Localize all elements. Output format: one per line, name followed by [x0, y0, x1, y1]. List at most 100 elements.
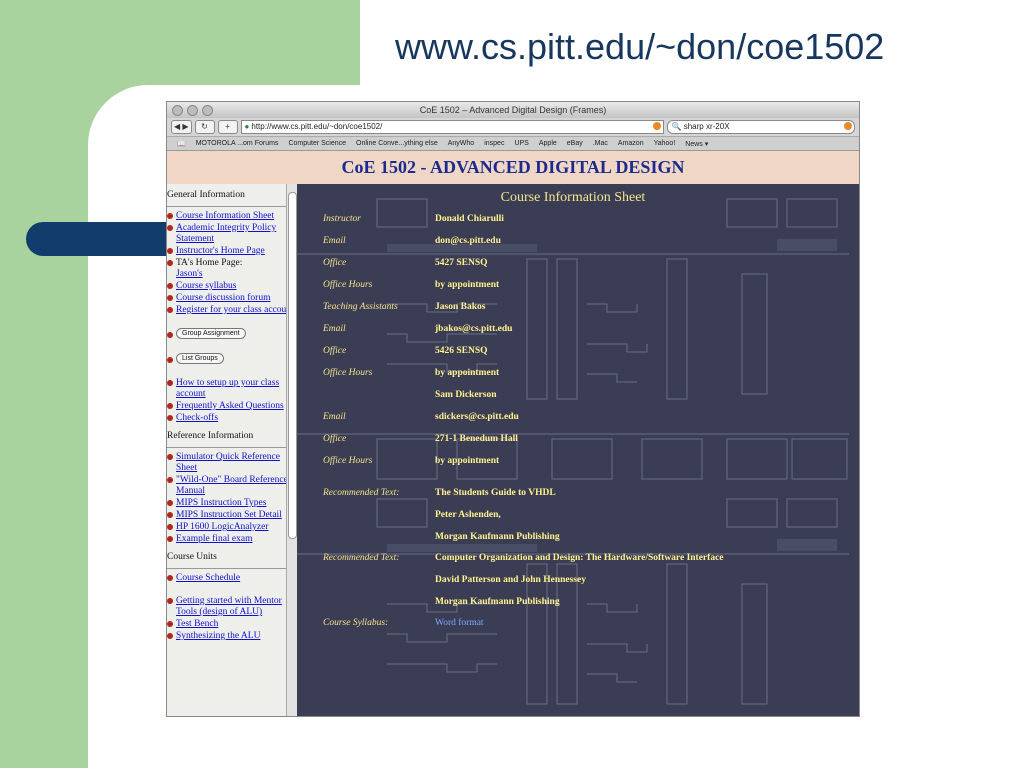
- nav-link[interactable]: Course discussion forum: [176, 293, 270, 304]
- nav-link[interactable]: Check-offs: [176, 413, 218, 424]
- nav-item[interactable]: Getting started with Mentor Tools (desig…: [167, 596, 295, 618]
- nav-item[interactable]: Course Information Sheet: [167, 211, 295, 222]
- nav-link[interactable]: Academic Integrity Policy Statement: [176, 223, 295, 245]
- info-value: 5427 SENSQ: [435, 258, 488, 268]
- info-value: Jason Bakos: [435, 302, 486, 312]
- info-label: Instructor: [323, 214, 361, 224]
- nav-item[interactable]: Check-offs: [167, 413, 295, 424]
- close-window-button[interactable]: [172, 105, 183, 116]
- info-label: Recommended Text:: [323, 553, 400, 563]
- window-controls: [172, 105, 213, 116]
- search-go-icon[interactable]: [844, 122, 852, 130]
- search-text: sharp xr-20X: [683, 122, 730, 131]
- nav-item[interactable]: MIPS Instruction Types: [167, 498, 295, 509]
- nav-item[interactable]: Register for your class account: [167, 305, 295, 316]
- info-value: David Patterson and John Hennessey: [435, 575, 586, 585]
- nav-link[interactable]: Test Bench: [176, 619, 218, 630]
- course-sheet-title: Course Information Sheet: [500, 190, 646, 205]
- nav-item[interactable]: Course syllabus: [167, 281, 295, 292]
- nav-link[interactable]: Frequently Asked Questions: [176, 401, 284, 412]
- info-value: Sam Dickerson: [435, 390, 497, 400]
- back-forward-button[interactable]: ◀ ▶: [171, 120, 192, 134]
- banner-title: CoE 1502 - ADVANCED DIGITAL DESIGN: [341, 157, 685, 177]
- section-units: Course Units: [167, 546, 295, 569]
- bookmark-item[interactable]: Yahoo!: [654, 140, 676, 147]
- address-bar[interactable]: ● http://www.cs.pitt.edu/~don/coe1502/: [240, 120, 664, 134]
- info-label: Email: [323, 412, 346, 422]
- nav-link[interactable]: Jason's: [176, 269, 203, 279]
- browser-window: CoE 1502 – Advanced Digital Design (Fram…: [166, 101, 860, 717]
- nav-link[interactable]: How to setup up your class account: [176, 378, 295, 400]
- nav-item[interactable]: Test Bench: [167, 619, 295, 630]
- bullet-icon: [167, 307, 173, 313]
- nav-link[interactable]: "Wild-One" Board Reference Manual: [176, 475, 295, 497]
- slide-navy-tab: [26, 222, 176, 256]
- nav-item[interactable]: Academic Integrity Policy Statement: [167, 223, 295, 245]
- content-frame: Course Information Sheet Instructor Donal…: [297, 184, 859, 716]
- nav-item[interactable]: Frequently Asked Questions: [167, 401, 295, 412]
- nav-item[interactable]: "Wild-One" Board Reference Manual: [167, 475, 295, 497]
- nav-link[interactable]: Getting started with Mentor Tools (desig…: [176, 596, 295, 618]
- nav-item[interactable]: Course discussion forum: [167, 293, 295, 304]
- list-groups-button[interactable]: List Groups: [176, 353, 224, 364]
- bullet-icon: [167, 477, 173, 483]
- browser-toolbar: ◀ ▶ ↻ + ● http://www.cs.pitt.edu/~don/coe…: [167, 118, 859, 137]
- bookmark-item[interactable]: inspec: [484, 140, 504, 147]
- bookmark-item[interactable]: AnyWho: [448, 140, 474, 147]
- rss-icon[interactable]: [652, 122, 661, 130]
- bookmarks-book-icon[interactable]: 📖: [177, 140, 186, 148]
- bullet-icon: [167, 225, 173, 231]
- info-label: Teaching Assistants: [323, 302, 398, 312]
- nav-item[interactable]: MIPS Instruction Set Detail: [167, 510, 295, 521]
- add-bookmark-icon[interactable]: +: [217, 120, 238, 134]
- nav-link[interactable]: Register for your class account: [176, 305, 294, 316]
- bookmark-item[interactable]: Online Conve...ything else: [356, 140, 438, 147]
- bullet-icon: [167, 295, 173, 301]
- nav-link[interactable]: Instructor's Home Page: [176, 246, 265, 257]
- info-value: Morgan Kaufmann Publishing: [435, 597, 560, 607]
- info-value: Word format: [435, 618, 484, 628]
- info-value: by appointment: [435, 456, 500, 466]
- zoom-window-button[interactable]: [202, 105, 213, 116]
- info-label: Office Hours: [323, 456, 373, 466]
- bookmark-item[interactable]: News ▾: [685, 140, 708, 148]
- bookmark-item[interactable]: eBay: [567, 140, 583, 147]
- info-label: Recommended Text:: [323, 488, 400, 498]
- bookmark-item[interactable]: Amazon: [618, 140, 644, 147]
- nav-link[interactable]: MIPS Instruction Set Detail: [176, 510, 282, 521]
- nav-link[interactable]: HP 1600 LogicAnalyzer: [176, 522, 269, 533]
- scrollbar-thumb[interactable]: [288, 192, 297, 539]
- nav-item[interactable]: Synthesizing the ALU: [167, 631, 295, 642]
- group-assignment-button[interactable]: Group Assignment: [176, 328, 246, 339]
- sidebar-scrollbar[interactable]: [286, 184, 297, 716]
- reload-icon[interactable]: ↻: [194, 120, 215, 134]
- minimize-window-button[interactable]: [187, 105, 198, 116]
- bookmark-item[interactable]: Apple: [539, 140, 557, 147]
- nav-item[interactable]: Example final exam: [167, 534, 295, 545]
- bookmark-item[interactable]: Computer Science: [288, 140, 346, 147]
- nav-link[interactable]: Simulator Quick Reference Sheet: [176, 452, 295, 474]
- nav-item[interactable]: HP 1600 LogicAnalyzer: [167, 522, 295, 533]
- nav-link[interactable]: Example final exam: [176, 534, 253, 545]
- bullet-icon: [167, 415, 173, 421]
- info-label: Office Hours: [323, 368, 373, 378]
- bullet-icon: [167, 621, 173, 627]
- frameset: General Information Course Information S…: [167, 184, 859, 716]
- info-label: Course Syllabus:: [323, 618, 389, 628]
- nav-item[interactable]: How to setup up your class account: [167, 378, 295, 400]
- nav-link[interactable]: Synthesizing the ALU: [176, 631, 260, 642]
- bookmark-item[interactable]: .Mac: [593, 140, 608, 147]
- bullet-icon: [167, 536, 173, 542]
- nav-link[interactable]: MIPS Instruction Types: [176, 498, 266, 509]
- nav-link[interactable]: Course Schedule: [176, 573, 240, 584]
- nav-item[interactable]: Course Schedule: [167, 573, 295, 584]
- bullet-icon: [167, 454, 173, 460]
- bookmark-item[interactable]: UPS: [514, 140, 528, 147]
- nav-link[interactable]: Course Information Sheet: [176, 211, 274, 222]
- bookmark-item[interactable]: MOTOROLA ...om Forums: [196, 140, 279, 147]
- nav-item[interactable]: Instructor's Home Page: [167, 246, 295, 257]
- nav-link[interactable]: Course syllabus: [176, 281, 236, 292]
- search-field[interactable]: 🔍 sharp xr-20X: [666, 120, 855, 134]
- syllabus-link[interactable]: Word format: [435, 618, 484, 628]
- nav-item[interactable]: Simulator Quick Reference Sheet: [167, 452, 295, 474]
